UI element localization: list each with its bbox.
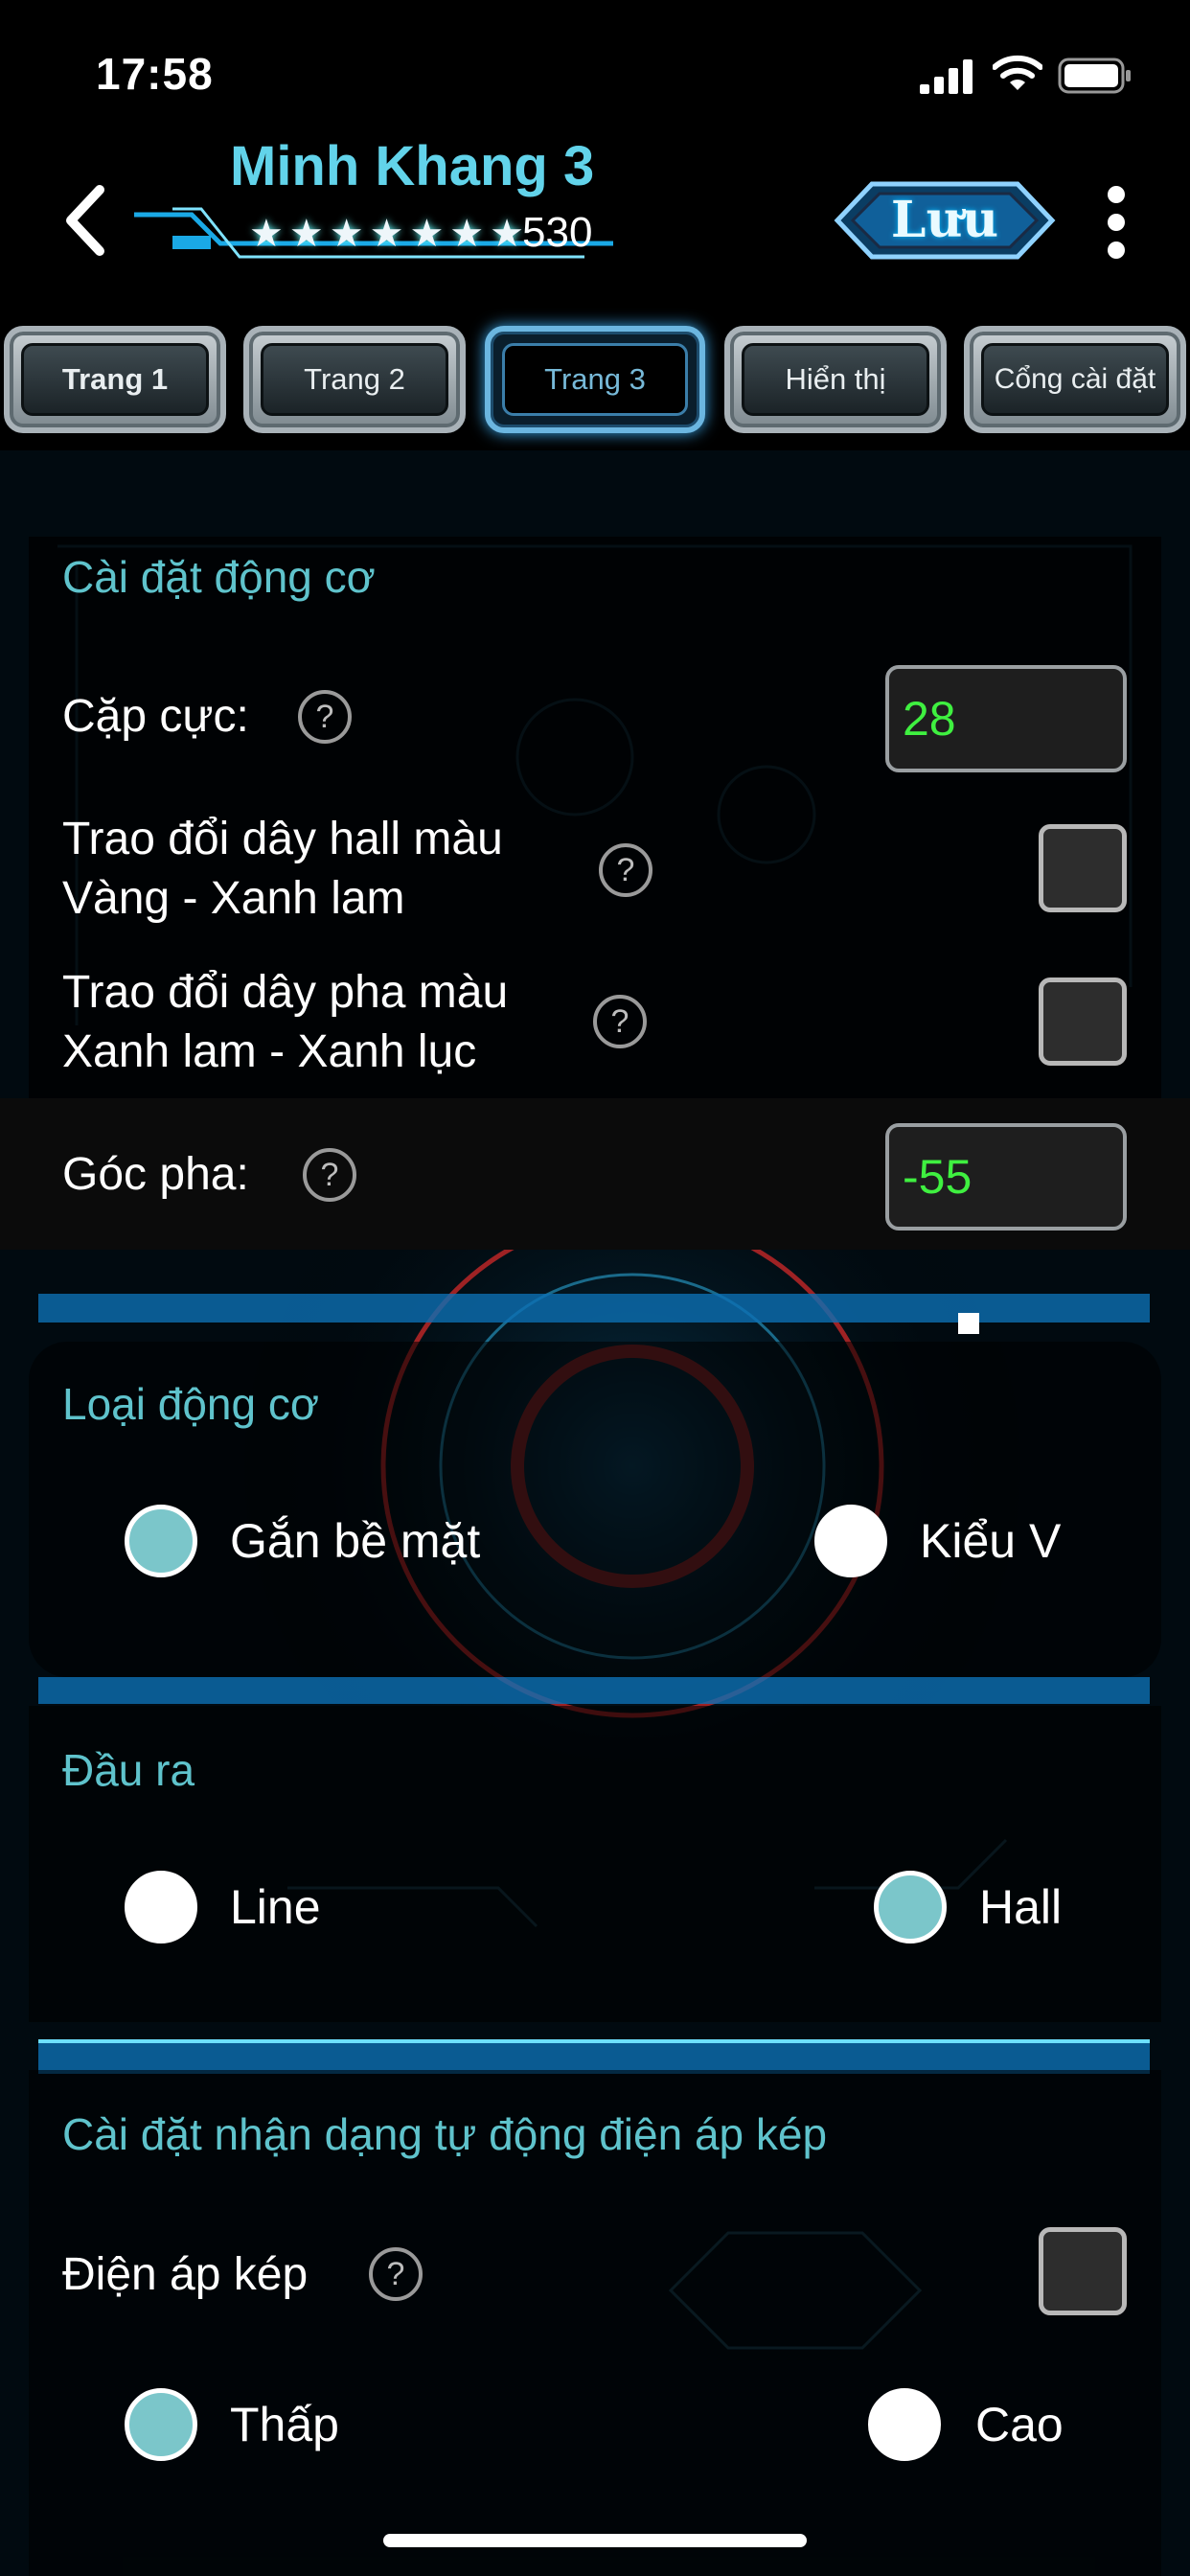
help-icon[interactable]: ? xyxy=(593,995,647,1048)
star-icon: ★ xyxy=(288,213,324,255)
swap-phase-label-line1: Trao đổi dây pha màu xyxy=(62,967,509,1018)
dual-voltage-checkbox[interactable] xyxy=(1039,2227,1127,2315)
tab-label: Cổng cài đặt xyxy=(981,343,1169,416)
swap-phase-checbox[interactable] xyxy=(1039,978,1127,1066)
phase-angle-label: Góc pha: xyxy=(62,1149,249,1200)
back-chevron-icon[interactable] xyxy=(57,182,115,259)
help-icon[interactable]: ? xyxy=(599,843,652,897)
radio-label: Cao xyxy=(975,2398,1064,2451)
star-icon: ★ xyxy=(329,213,364,255)
pole-pairs-input[interactable]: 28 xyxy=(885,665,1127,772)
swap-hall-label-line1: Trao đổi dây hall màu xyxy=(62,814,503,864)
radio-high[interactable] xyxy=(868,2388,941,2461)
tab-label: Trang 3 xyxy=(502,343,688,416)
help-icon[interactable]: ? xyxy=(303,1148,356,1202)
radio-hall[interactable] xyxy=(874,1871,947,1944)
tab-bar: Trang 1 Trang 2 Trang 3 Hiển thị Cổng cà… xyxy=(4,326,1188,437)
tab-display[interactable]: Hiển thị xyxy=(724,326,947,433)
phase-angle-input[interactable]: -55 xyxy=(885,1123,1127,1230)
dual-voltage-label: Điện áp kép xyxy=(62,2249,309,2300)
help-icon[interactable]: ? xyxy=(298,690,352,744)
motor-type-title: Loại động cơ xyxy=(62,1379,320,1429)
tab-label: Trang 2 xyxy=(261,343,448,416)
status-bar: 17:58 xyxy=(0,0,1190,134)
wifi-icon xyxy=(993,55,1042,90)
help-icon[interactable]: ? xyxy=(369,2247,423,2301)
star-icon: ★ xyxy=(409,213,445,255)
radio-line[interactable] xyxy=(125,1871,197,1944)
radio-label: Kiểu V xyxy=(920,1514,1062,1568)
tab-label: Trang 1 xyxy=(21,343,209,416)
output-title: Đầu ra xyxy=(62,1745,195,1795)
swap-hall-checkbox[interactable] xyxy=(1039,824,1127,912)
tab-settings-port[interactable]: Cổng cài đặt xyxy=(964,326,1186,433)
radio-label: Line xyxy=(230,1880,321,1934)
cellular-signal-icon xyxy=(920,59,973,94)
pole-pairs-label: Cặp cực: xyxy=(62,691,249,742)
radio-label: Hall xyxy=(979,1880,1063,1934)
swap-hall-label-line2: Vàng - Xanh lam xyxy=(62,873,405,924)
motor-settings-title: Cài đặt động cơ xyxy=(62,552,376,602)
swap-phase-label: Trao đổi dây pha màu Xanh lam - Xanh lục xyxy=(62,963,508,1082)
star-icon: ★ xyxy=(249,213,284,255)
save-button-label: Lưu xyxy=(890,191,999,249)
dual-voltage-title: Cài đặt nhận dạng tự động điện áp kép xyxy=(62,2109,828,2159)
radio-low[interactable] xyxy=(125,2388,197,2461)
tab-page-3[interactable]: Trang 3 xyxy=(485,326,705,433)
star-icon: ★ xyxy=(449,213,485,255)
star-icon: ★ xyxy=(490,213,525,255)
tab-label: Hiển thị xyxy=(742,343,929,416)
radio-label: Gắn bề mặt xyxy=(230,1514,481,1568)
points-value: 530 xyxy=(522,209,593,256)
radio-surface-mount[interactable] xyxy=(125,1505,197,1577)
output-panel xyxy=(29,1706,1161,2022)
more-options-icon[interactable] xyxy=(1104,186,1129,259)
tab-page-2[interactable]: Trang 2 xyxy=(243,326,466,433)
home-indicator[interactable] xyxy=(383,2534,807,2547)
save-button[interactable]: Lưu xyxy=(834,180,1056,261)
swap-hall-label: Trao đổi dây hall màu Vàng - Xanh lam xyxy=(62,810,503,929)
page-title: Minh Khang 3 xyxy=(230,135,595,197)
tab-page-1[interactable]: Trang 1 xyxy=(4,326,226,433)
radio-v-type[interactable] xyxy=(814,1505,887,1577)
battery-icon xyxy=(1058,58,1131,94)
status-time: 17:58 xyxy=(96,49,214,99)
rating-stars: ★ ★ ★ ★ ★ ★ ★ xyxy=(249,209,524,259)
star-icon: ★ xyxy=(369,213,404,255)
swap-phase-label-line2: Xanh lam - Xanh lục xyxy=(62,1026,477,1077)
radio-label: Thấp xyxy=(230,2398,339,2451)
